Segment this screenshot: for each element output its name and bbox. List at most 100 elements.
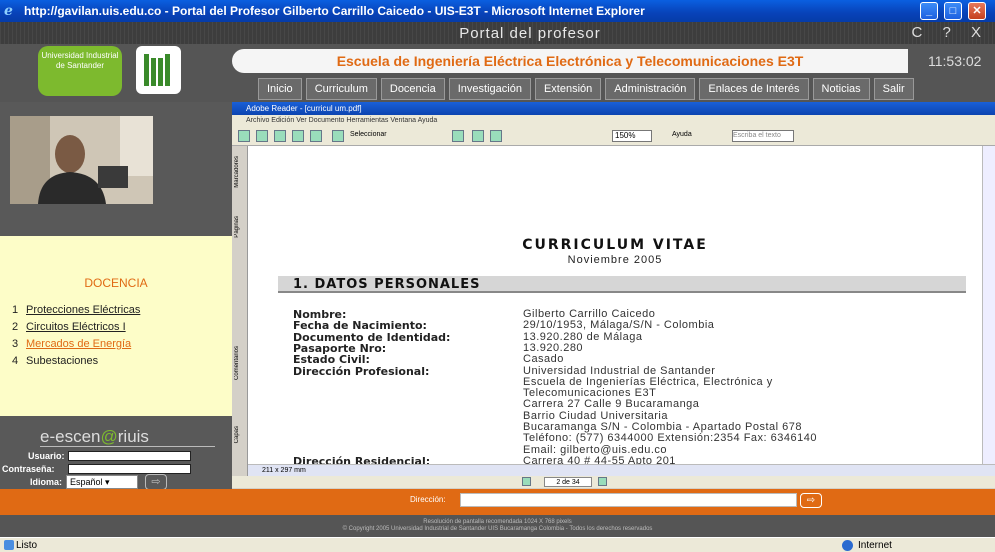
- course-item: 2 Circuitos Eléctricos I: [12, 321, 140, 338]
- cv-field-value: 13.920.280: [523, 341, 584, 354]
- address-label: Dirección:: [410, 495, 446, 504]
- cv-field-value: Bucaramanga S/N - Colombia - Apartado Po…: [523, 421, 802, 433]
- footer-resolution: Resolución de pantalla recomendada 1024 …: [423, 519, 572, 525]
- page-size: 211 x 297 mm: [262, 467, 306, 474]
- tab-comments[interactable]: Comentarios: [234, 346, 240, 380]
- course-item: 4 Subestaciones: [12, 355, 140, 372]
- password-input[interactable]: [68, 464, 191, 474]
- sidebar: DOCENCIA 1 Protecciones Eléctricas 2 Circu…: [0, 102, 232, 506]
- tab-bookmarks[interactable]: Marcadores: [234, 156, 240, 188]
- course-number: 3: [12, 338, 19, 350]
- brand-suffix: riuis: [117, 427, 149, 446]
- zoom-icon[interactable]: [452, 130, 464, 142]
- hand-tool-icon[interactable]: [332, 130, 344, 142]
- acrobat-title: Adobe Reader - [curricul um.pdf]: [232, 102, 995, 115]
- user-input[interactable]: [68, 451, 191, 461]
- course-item: 1 Protecciones Eléctricas: [12, 304, 140, 321]
- course-list: 1 Protecciones Eléctricas 2 Circuitos Eléc…: [12, 304, 140, 372]
- course-link-protecciones[interactable]: Protecciones Eléctricas: [26, 304, 140, 316]
- cv-field-value: Telecomunicaciones E3T: [523, 387, 657, 400]
- zoom-field[interactable]: 150%: [612, 130, 652, 142]
- page-status-icon: [4, 540, 14, 550]
- course-label-subestaciones: Subestaciones: [26, 355, 99, 367]
- course-link-mercados[interactable]: Mercados de Energía: [26, 338, 131, 350]
- acrobat-reader: Adobe Reader - [curricul um.pdf] Archivo…: [232, 102, 995, 506]
- nav-curriculum[interactable]: Curriculum: [305, 78, 377, 100]
- course-number: 1: [12, 304, 19, 316]
- brand-prefix: e-escen: [40, 427, 101, 446]
- nav-extension[interactable]: Extensión: [534, 78, 602, 100]
- login-go-button[interactable]: ⇨: [145, 474, 167, 490]
- brand-at: @: [100, 427, 118, 446]
- address-go-button[interactable]: ⇨: [800, 493, 822, 508]
- language-select[interactable]: Español ▾: [66, 475, 138, 489]
- footer-copyright: © Copyright 2005 Universidad Industrial …: [342, 526, 653, 532]
- acrobat-menu[interactable]: Archivo Edición Ver Documento Herramient…: [232, 115, 995, 126]
- acrobat-toolbar: Seleccionar 150% Ayuda Escriba el texto: [232, 126, 995, 146]
- nav-enlaces[interactable]: Enlaces de Interés: [699, 78, 809, 100]
- cv-field-value: 29/10/1953, Málaga/S/N - Colombia: [523, 319, 715, 332]
- maximize-button[interactable]: □: [944, 2, 962, 20]
- minimize-button[interactable]: _: [920, 2, 938, 20]
- select-tool[interactable]: Seleccionar: [350, 131, 387, 138]
- cv-date: Noviembre 2005: [567, 254, 663, 266]
- professor-photo: [10, 116, 153, 204]
- docencia-title: DOCENCIA: [84, 276, 148, 290]
- tab-pages[interactable]: Páginas: [234, 216, 240, 238]
- cv-title: CURRICULUM VITAE: [522, 237, 708, 253]
- nav-administracion[interactable]: Administración: [605, 78, 696, 100]
- tab-layers[interactable]: Capas: [234, 426, 240, 443]
- nav-inicio[interactable]: Inicio: [258, 78, 302, 100]
- cv-field-value: Escuela de Ingenierías Eléctrica, Electr…: [523, 375, 773, 388]
- fit-page-icon[interactable]: [490, 130, 502, 142]
- course-item: 3 Mercados de Energía: [12, 338, 140, 355]
- zone-text: Internet: [858, 540, 892, 551]
- cv-field-label: Dirección Profesional:: [293, 364, 430, 378]
- acrobat-side-tabs: Marcadores Páginas Comentarios Capas: [232, 146, 248, 476]
- portal-bar: Portal del profesor C ? X: [0, 22, 995, 44]
- nav-investigacion[interactable]: Investigación: [448, 78, 531, 100]
- vertical-scrollbar[interactable]: [982, 146, 995, 464]
- cv-field-value: Gilberto Carrillo Caicedo: [523, 308, 656, 320]
- cv-field-value: Email: gilberto@uis.edu.co: [523, 443, 668, 456]
- window-title: http://gavilan.uis.edu.co - Portal del P…: [24, 4, 645, 18]
- close-button[interactable]: ✕: [968, 2, 986, 20]
- university-logo[interactable]: Universidad Industrial de Santander: [38, 46, 122, 96]
- help-button[interactable]: Ayuda: [672, 131, 692, 138]
- print-icon[interactable]: [274, 130, 286, 142]
- address-bar: Dirección: ⇨: [0, 489, 995, 515]
- cv-field-label: Dirección Residencial:: [293, 454, 431, 464]
- cv-field-value: Universidad Industrial de Santander: [523, 364, 716, 377]
- horizontal-scrollbar[interactable]: 211 x 297 mm: [248, 464, 995, 476]
- language-value: Español: [70, 477, 103, 487]
- section-heading: 1. DATOS PERSONALES: [278, 276, 966, 293]
- password-label: Contraseña:: [2, 464, 55, 474]
- site-header: Universidad Industrial de Santander Escu…: [0, 44, 995, 102]
- portal-controls[interactable]: C ? X: [911, 24, 989, 41]
- language-label: Idioma:: [30, 477, 63, 487]
- uis-logo-icon[interactable]: [136, 46, 181, 94]
- portal-title: Portal del profesor: [459, 25, 601, 42]
- internet-zone-icon: [842, 540, 853, 551]
- open-icon[interactable]: [238, 130, 250, 142]
- status-text: Listo: [16, 540, 38, 551]
- save-icon[interactable]: [256, 130, 268, 142]
- page-indicator[interactable]: 2 de 34: [544, 477, 592, 487]
- course-link-circuitos[interactable]: Circuitos Eléctricos I: [26, 321, 126, 333]
- first-page-icon[interactable]: [472, 130, 484, 142]
- email-icon[interactable]: [292, 130, 304, 142]
- cv-field-value: Casado: [523, 353, 564, 366]
- acrobat-search-input[interactable]: Escriba el texto: [732, 130, 794, 142]
- pdf-page: CURRICULUM VITAE Noviembre 2005 1. DATOS…: [248, 146, 982, 464]
- cv-field-value: Carrera 40 # 44-55 Apto 201: [523, 454, 676, 464]
- cv-field-value: 13.920.280 de Málaga: [523, 330, 643, 343]
- nav-noticias[interactable]: Noticias: [812, 78, 870, 100]
- address-input[interactable]: [460, 493, 797, 507]
- nav-salir[interactable]: Salir: [873, 78, 914, 100]
- next-page-icon[interactable]: [598, 477, 607, 486]
- cv-field-value: Barrio Ciudad Universitaria: [523, 409, 668, 422]
- search-icon[interactable]: [310, 130, 322, 142]
- prev-page-icon[interactable]: [522, 477, 531, 486]
- docencia-panel: DOCENCIA 1 Protecciones Eléctricas 2 Circu…: [0, 236, 232, 416]
- nav-docencia[interactable]: Docencia: [380, 78, 445, 100]
